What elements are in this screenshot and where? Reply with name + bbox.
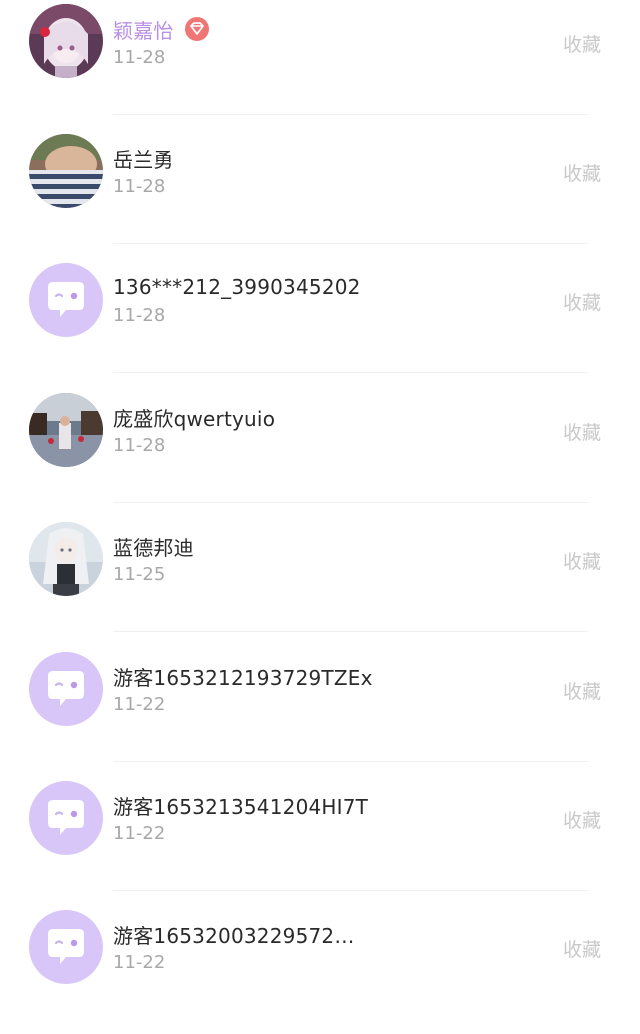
- user-avatar[interactable]: [29, 652, 103, 726]
- username[interactable]: 游客1653213541204HI7T: [113, 791, 368, 820]
- user-avatar[interactable]: [29, 4, 103, 78]
- username[interactable]: 岳兰勇: [113, 144, 174, 173]
- user-avatar[interactable]: [29, 134, 103, 208]
- favorite-button[interactable]: 收藏: [563, 30, 601, 57]
- row-divider: [113, 890, 588, 891]
- comment-row: 游客1653213541204HI7T 11-22 收藏: [0, 776, 640, 905]
- row-divider: [113, 372, 588, 373]
- comment-date: 11-22: [113, 694, 166, 715]
- comment-row: 136***212_3990345202 11-28 收藏: [0, 258, 640, 387]
- username[interactable]: 庞盛欣qwertyuio: [113, 403, 275, 432]
- anime-girl-avatar-image: [29, 4, 103, 78]
- comment-date: 11-25: [113, 564, 166, 585]
- username-line: 庞盛欣qwertyuio: [113, 402, 275, 432]
- favorite-button[interactable]: 收藏: [563, 935, 601, 962]
- favorite-button[interactable]: 收藏: [563, 806, 601, 833]
- row-divider: [113, 761, 588, 762]
- chat-bubble-icon: [29, 263, 103, 337]
- anime-white-hair-avatar-image: [29, 522, 103, 596]
- username-line: 游客16532003229572…: [113, 919, 355, 949]
- favorite-button[interactable]: 收藏: [563, 677, 601, 704]
- comment-date: 11-28: [113, 435, 166, 456]
- favorite-button[interactable]: 收藏: [563, 547, 601, 574]
- row-divider: [113, 114, 588, 115]
- comment-date: 11-28: [113, 47, 166, 68]
- username-line: 游客1653213541204HI7T: [113, 790, 368, 820]
- vip-diamond-icon: [184, 16, 210, 42]
- row-divider: [113, 502, 588, 503]
- comment-date: 11-28: [113, 176, 166, 197]
- baby-photo-avatar-image: [29, 134, 103, 208]
- username[interactable]: 游客16532003229572…: [113, 920, 355, 949]
- comment-list: 颖嘉怡 11-28 收藏 岳兰勇 11-28 收藏 136***212_3990…: [0, 0, 640, 1001]
- favorite-button[interactable]: 收藏: [563, 288, 601, 315]
- comment-row: 蓝德邦迪 11-25 收藏: [0, 517, 640, 646]
- favorite-button[interactable]: 收藏: [563, 418, 601, 445]
- username-line: 岳兰勇: [113, 143, 174, 173]
- username-line: 蓝德邦迪: [113, 531, 194, 561]
- username-line: 136***212_3990345202: [113, 272, 361, 302]
- comment-row: 岳兰勇 11-28 收藏: [0, 129, 640, 258]
- user-avatar[interactable]: [29, 393, 103, 467]
- username[interactable]: 游客1653212193729TZEx: [113, 662, 373, 691]
- comment-row: 庞盛欣qwertyuio 11-28 收藏: [0, 388, 640, 517]
- chat-bubble-icon: [29, 652, 103, 726]
- user-avatar[interactable]: [29, 263, 103, 337]
- comment-date: 11-22: [113, 823, 166, 844]
- username[interactable]: 颖嘉怡: [113, 15, 174, 44]
- row-divider: [113, 243, 588, 244]
- user-avatar[interactable]: [29, 910, 103, 984]
- username[interactable]: 蓝德邦迪: [113, 532, 194, 561]
- row-divider: [113, 631, 588, 632]
- comment-row: 游客1653212193729TZEx 11-22 收藏: [0, 647, 640, 776]
- street-photo-avatar-image: [29, 393, 103, 467]
- chat-bubble-icon: [29, 910, 103, 984]
- comment-date: 11-22: [113, 952, 166, 973]
- favorite-button[interactable]: 收藏: [563, 159, 601, 186]
- chat-bubble-icon: [29, 781, 103, 855]
- comment-date: 11-28: [113, 305, 166, 326]
- user-avatar[interactable]: [29, 522, 103, 596]
- comment-row: 游客16532003229572… 11-22 收藏: [0, 905, 640, 1034]
- username[interactable]: 136***212_3990345202: [113, 275, 361, 299]
- username-line: 游客1653212193729TZEx: [113, 661, 373, 691]
- comment-row: 颖嘉怡 11-28 收藏: [0, 0, 640, 129]
- username-line: 颖嘉怡: [113, 14, 210, 44]
- user-avatar[interactable]: [29, 781, 103, 855]
